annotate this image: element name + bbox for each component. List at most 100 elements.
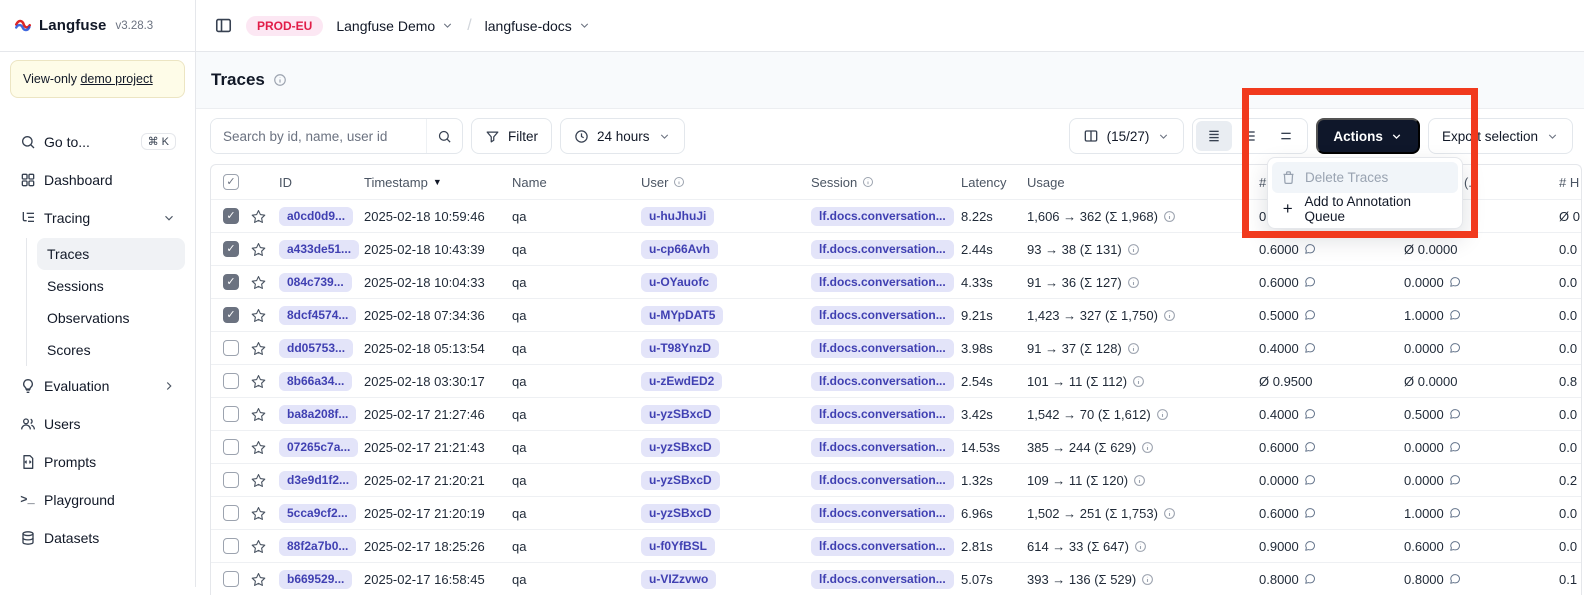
sidebar-item-dashboard[interactable]: Dashboard <box>10 162 185 197</box>
row-checkbox[interactable] <box>223 571 239 587</box>
sidebar-item-goto[interactable]: Go to... ⌘ K <box>10 124 185 159</box>
session-badge[interactable]: lf.docs.conversation... <box>811 339 954 358</box>
demo-project-link[interactable]: demo project <box>80 72 152 86</box>
row-checkbox[interactable] <box>223 439 239 455</box>
session-badge[interactable]: lf.docs.conversation... <box>811 372 954 391</box>
row-checkbox[interactable]: ✓ <box>223 307 239 323</box>
sidebar-item-sessions[interactable]: Sessions <box>37 270 185 302</box>
user-badge[interactable]: u-huJhuJi <box>641 207 714 226</box>
user-badge[interactable]: u-yzSBxcD <box>641 504 720 523</box>
session-badge[interactable]: lf.docs.conversation... <box>811 471 954 490</box>
favorite-star-icon[interactable] <box>251 374 279 389</box>
row-checkbox[interactable] <box>223 340 239 356</box>
row-checkbox[interactable] <box>223 472 239 488</box>
actions-button[interactable]: Actions <box>1316 118 1420 154</box>
favorite-star-icon[interactable] <box>251 506 279 521</box>
table-row[interactable]: d3e9d1f2...2025-02-17 21:20:21qau-yzSBxc… <box>211 463 1581 496</box>
trace-id-badge[interactable]: b669529... <box>279 570 352 589</box>
menu-item-add-to-annotation-queue[interactable]: + Add to Annotation Queue <box>1272 193 1458 224</box>
column-header-timestamp[interactable]: Timestamp ▼ <box>364 175 512 190</box>
menu-item-delete-traces[interactable]: Delete Traces <box>1272 162 1458 193</box>
trace-id-badge[interactable]: d3e9d1f2... <box>279 471 357 490</box>
user-badge[interactable]: u-cp66Avh <box>641 240 718 259</box>
row-height-large-icon[interactable] <box>1268 121 1304 151</box>
favorite-star-icon[interactable] <box>251 341 279 356</box>
user-badge[interactable]: u-T98YnzD <box>641 339 719 358</box>
table-row[interactable]: b669529...2025-02-17 16:58:45qau-VIZzvwo… <box>211 562 1581 595</box>
row-checkbox[interactable]: ✓ <box>223 274 239 290</box>
trace-id-badge[interactable]: ba8a208f... <box>279 405 356 424</box>
sidebar-item-prompts[interactable]: Prompts <box>10 444 185 479</box>
trace-id-badge[interactable]: 07265c7a... <box>279 438 358 457</box>
table-row[interactable]: ✓8dcf4574...2025-02-18 07:34:36qau-MYpDA… <box>211 298 1581 331</box>
session-badge[interactable]: lf.docs.conversation... <box>811 504 954 523</box>
table-row[interactable]: 5cca9cf2...2025-02-17 21:20:19qau-yzSBxc… <box>211 496 1581 529</box>
sidebar-item-users[interactable]: Users <box>10 406 185 441</box>
row-height-small-icon[interactable] <box>1196 121 1232 151</box>
select-all-checkbox[interactable]: ✓ <box>223 174 239 190</box>
table-row[interactable]: dd05753...2025-02-18 05:13:54qau-T98YnzD… <box>211 331 1581 364</box>
table-row[interactable]: 88f2a7b0...2025-02-17 18:25:26qau-f0YfBS… <box>211 529 1581 562</box>
trace-id-badge[interactable]: 8b66a34... <box>279 372 352 391</box>
sidebar-item-datasets[interactable]: Datasets <box>10 520 185 555</box>
search-icon[interactable] <box>426 119 462 153</box>
trace-id-badge[interactable]: 88f2a7b0... <box>279 537 356 556</box>
trace-id-badge[interactable]: 8dcf4574... <box>279 306 356 325</box>
user-badge[interactable]: u-yzSBxcD <box>641 438 720 457</box>
session-badge[interactable]: lf.docs.conversation... <box>811 306 954 325</box>
favorite-star-icon[interactable] <box>251 308 279 323</box>
user-badge[interactable]: u-yzSBxcD <box>641 471 720 490</box>
sidebar-item-scores[interactable]: Scores <box>37 334 185 366</box>
row-height-medium-icon[interactable] <box>1232 121 1268 151</box>
favorite-star-icon[interactable] <box>251 242 279 257</box>
org-selector[interactable]: Langfuse Demo <box>336 18 454 34</box>
session-badge[interactable]: lf.docs.conversation... <box>811 273 954 292</box>
row-checkbox[interactable] <box>223 406 239 422</box>
favorite-star-icon[interactable] <box>251 539 279 554</box>
session-badge[interactable]: lf.docs.conversation... <box>811 405 954 424</box>
filter-button[interactable]: Filter <box>471 118 552 154</box>
row-checkbox[interactable]: ✓ <box>223 241 239 257</box>
table-row[interactable]: ✓a433de51...2025-02-18 10:43:39qau-cp66A… <box>211 232 1581 265</box>
user-badge[interactable]: u-OYauofc <box>641 273 717 292</box>
trace-id-badge[interactable]: dd05753... <box>279 339 353 358</box>
trace-id-badge[interactable]: a433de51... <box>279 240 359 259</box>
column-visibility-button[interactable]: (15/27) <box>1069 118 1185 154</box>
table-row[interactable]: ba8a208f...2025-02-17 21:27:46qau-yzSBxc… <box>211 397 1581 430</box>
table-row[interactable]: 8b66a34...2025-02-18 03:30:17qau-zEwdED2… <box>211 364 1581 397</box>
session-badge[interactable]: lf.docs.conversation... <box>811 570 954 589</box>
trace-id-badge[interactable]: 084c739... <box>279 273 352 292</box>
sidebar-item-traces[interactable]: Traces <box>37 238 185 270</box>
favorite-star-icon[interactable] <box>251 407 279 422</box>
sidebar-item-observations[interactable]: Observations <box>37 302 185 334</box>
row-checkbox[interactable]: ✓ <box>223 208 239 224</box>
trace-id-badge[interactable]: a0cd0d9... <box>279 207 353 226</box>
project-selector[interactable]: langfuse-docs <box>485 18 591 34</box>
session-badge[interactable]: lf.docs.conversation... <box>811 438 954 457</box>
session-badge[interactable]: lf.docs.conversation... <box>811 537 954 556</box>
user-badge[interactable]: u-VIZzvwo <box>641 570 716 589</box>
session-badge[interactable]: lf.docs.conversation... <box>811 207 954 226</box>
favorite-star-icon[interactable] <box>251 473 279 488</box>
user-badge[interactable]: u-f0YfBSL <box>641 537 715 556</box>
sidebar-item-tracing[interactable]: Tracing <box>10 200 185 235</box>
row-checkbox[interactable] <box>223 538 239 554</box>
table-row[interactable]: 07265c7a...2025-02-17 21:21:43qau-yzSBxc… <box>211 430 1581 463</box>
session-badge[interactable]: lf.docs.conversation... <box>811 240 954 259</box>
export-selection-button[interactable]: Export selection <box>1428 118 1573 154</box>
sidebar-item-evaluation[interactable]: Evaluation <box>10 368 185 403</box>
sidebar-item-playground[interactable]: >_ Playground <box>10 482 185 517</box>
favorite-star-icon[interactable] <box>251 275 279 290</box>
favorite-star-icon[interactable] <box>251 572 279 587</box>
environment-badge[interactable]: PROD-EU <box>246 16 323 36</box>
time-range-button[interactable]: 24 hours <box>560 118 685 154</box>
row-checkbox[interactable] <box>223 373 239 389</box>
user-badge[interactable]: u-MYpDAT5 <box>641 306 723 325</box>
user-badge[interactable]: u-yzSBxcD <box>641 405 720 424</box>
row-checkbox[interactable] <box>223 505 239 521</box>
table-row[interactable]: ✓084c739...2025-02-18 10:04:33qau-OYauof… <box>211 265 1581 298</box>
sidebar-toggle-icon[interactable] <box>214 16 233 35</box>
user-badge[interactable]: u-zEwdED2 <box>641 372 722 391</box>
trace-id-badge[interactable]: 5cca9cf2... <box>279 504 356 523</box>
favorite-star-icon[interactable] <box>251 440 279 455</box>
